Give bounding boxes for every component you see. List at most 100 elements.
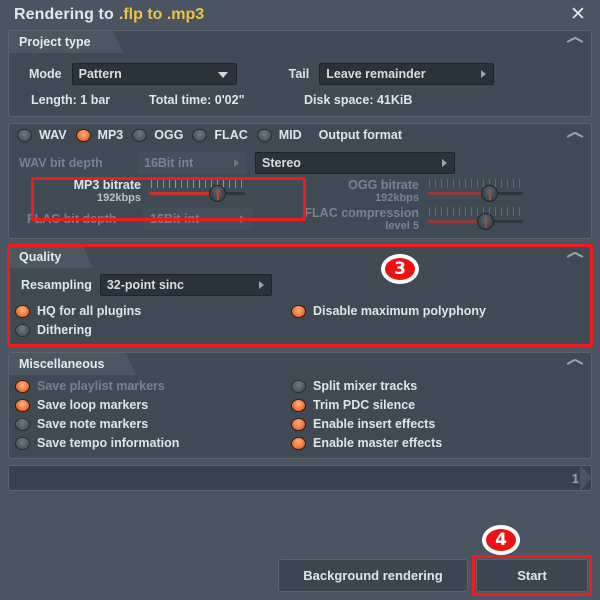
toggle-save-tempo-information-icon [15, 436, 30, 450]
disk-space-info: Disk space: 41KiB [304, 93, 413, 107]
toggle-split-mixer-tracks-icon [291, 379, 306, 393]
render-progress-bar[interactable]: 1 [8, 465, 592, 491]
slider-ticks [151, 179, 243, 188]
panel-miscellaneous-title: Miscellaneous [9, 353, 137, 375]
panel-quality-title: Quality [9, 246, 94, 268]
slider-track [427, 192, 523, 195]
panel-project-type-title: Project type [9, 31, 123, 53]
toggle-enable-insert-effects-icon [291, 417, 306, 431]
tail-dropdown[interactable]: Leave remainder [319, 63, 495, 85]
step-badge-3: 3 [381, 254, 419, 284]
misc-option-split-mixer-tracks[interactable]: Split mixer tracks [291, 379, 417, 393]
quality-option-dithering[interactable]: Dithering [15, 323, 92, 337]
flac-bit-depth-dropdown[interactable]: 16Bit int [143, 208, 253, 230]
panel-project-type: Project type Mode Pattern Tail Leave rem… [8, 30, 592, 117]
chevron-right-icon [258, 281, 264, 289]
mode-dropdown[interactable]: Pattern [71, 63, 237, 85]
chevron-up-icon[interactable] [567, 358, 583, 368]
format-option-mp3[interactable]: MP3 [75, 128, 124, 142]
quality-label-dithering: Dithering [37, 323, 92, 337]
chevron-up-icon[interactable] [567, 36, 583, 46]
misc-option-save-tempo-information[interactable]: Save tempo information [15, 436, 291, 450]
format-label-mid: MID [278, 128, 302, 142]
render-dialog: Rendering to .flp to .mp3 ✕ Project type… [0, 0, 600, 600]
wav-bit-depth-label: WAV bit depth [19, 156, 103, 170]
flac-bit-depth-label: FLAC bit depth [27, 212, 117, 226]
mode-value: Pattern [78, 67, 122, 81]
quality-option-disable-max-polyphony[interactable]: Disable maximum polyphony [291, 304, 486, 318]
format-label-mp3: MP3 [97, 128, 124, 142]
progress-value: 1 [571, 471, 579, 486]
wav-bit-depth-dropdown[interactable]: 16Bit int [137, 152, 247, 174]
misc-option-save-note-markers[interactable]: Save note markers [15, 417, 291, 431]
mp3-bitrate-label: MP3 bitrate [73, 178, 141, 192]
misc-label-save-playlist-markers: Save playlist markers [37, 379, 165, 393]
progress-cap [580, 465, 592, 491]
panel-miscellaneous: Miscellaneous Save playlist markers Spli… [8, 352, 592, 459]
format-option-mid[interactable]: MID [256, 128, 302, 142]
toggle-disable-max-polyphony-icon [291, 304, 306, 318]
toggle-save-playlist-markers-icon [15, 379, 30, 393]
chevron-right-icon [481, 70, 487, 78]
format-option-wav[interactable]: WAV [17, 128, 67, 142]
chevron-right-icon [234, 159, 239, 167]
resampling-dropdown[interactable]: 32-point sinc [99, 274, 272, 296]
panel-project-type-header: Project type [9, 31, 591, 53]
mode-label: Mode [29, 67, 62, 81]
ogg-bitrate-slider[interactable] [427, 178, 523, 204]
total-time-info: Total time: 0'02" [149, 93, 245, 107]
format-option-flac[interactable]: FLAC [192, 128, 248, 142]
length-info: Length: 1 bar [31, 93, 111, 107]
chevron-up-icon[interactable] [567, 131, 583, 141]
flac-compression-slider[interactable] [427, 206, 523, 232]
misc-label-save-note-markers: Save note markers [37, 417, 149, 431]
panel-quality-header: Quality [9, 246, 591, 268]
dialog-footer: Background rendering Start [0, 555, 600, 596]
mp3-bitrate-slider[interactable] [149, 178, 245, 204]
panel-project-type-body: Mode Pattern Tail Leave remainder Length… [9, 53, 591, 116]
tail-value: Leave remainder [326, 67, 426, 81]
slider-ticks [429, 207, 521, 216]
start-button[interactable]: Start [476, 559, 588, 592]
step-badge-4: 4 [482, 525, 520, 555]
flac-bit-depth-value: 16Bit int [150, 212, 200, 226]
page-title: Rendering to [14, 6, 114, 23]
radio-flac-icon [192, 128, 208, 142]
close-icon[interactable]: ✕ [568, 5, 588, 25]
title-filename: .flp to .mp3 [118, 6, 205, 23]
misc-option-save-loop-markers[interactable]: Save loop markers [15, 398, 291, 412]
tail-label: Tail [288, 67, 310, 81]
toggle-trim-pdc-silence-icon [291, 398, 306, 412]
quality-label-hq: HQ for all plugins [37, 304, 142, 318]
radio-ogg-icon [132, 128, 148, 142]
misc-option-trim-pdc-silence[interactable]: Trim PDC silence [291, 398, 415, 412]
chevron-right-icon [442, 159, 447, 167]
background-rendering-button[interactable]: Background rendering [278, 559, 468, 592]
radio-wav-icon [17, 128, 32, 142]
toggle-save-loop-markers-icon [15, 398, 30, 412]
radio-mid-icon [256, 128, 272, 142]
title-bar: Rendering to .flp to .mp3 ✕ [0, 0, 600, 30]
toggle-dithering-icon [15, 323, 30, 337]
wav-bit-depth-value: 16Bit int [144, 156, 194, 170]
misc-label-trim-pdc-silence: Trim PDC silence [313, 398, 416, 412]
quality-option-hq-all-plugins[interactable]: HQ for all plugins [15, 304, 291, 318]
slider-thumb[interactable] [477, 213, 494, 230]
chevron-up-icon[interactable] [567, 251, 583, 261]
toggle-enable-master-effects-icon [291, 436, 306, 450]
misc-option-enable-insert-effects[interactable]: Enable insert effects [291, 417, 435, 431]
slider-thumb[interactable] [209, 185, 226, 202]
misc-option-save-playlist-markers[interactable]: Save playlist markers [15, 379, 291, 393]
panel-output-format-title: Output format [318, 128, 402, 142]
slider-track [149, 192, 245, 195]
panel-output-format-header: WAV MP3 OGG FLAC MID Output format [9, 124, 591, 148]
slider-track [427, 220, 523, 223]
radio-mp3-icon [75, 128, 91, 142]
misc-label-save-tempo-information: Save tempo information [37, 436, 180, 450]
slider-thumb[interactable] [481, 185, 498, 202]
panel-quality: Quality Resampling 32-point sinc HQ for … [7, 244, 593, 347]
channels-dropdown[interactable]: Stereo [255, 152, 455, 174]
format-option-ogg[interactable]: OGG [132, 128, 183, 142]
misc-option-enable-master-effects[interactable]: Enable master effects [291, 436, 442, 450]
toggle-hq-all-plugins-icon [15, 304, 30, 318]
